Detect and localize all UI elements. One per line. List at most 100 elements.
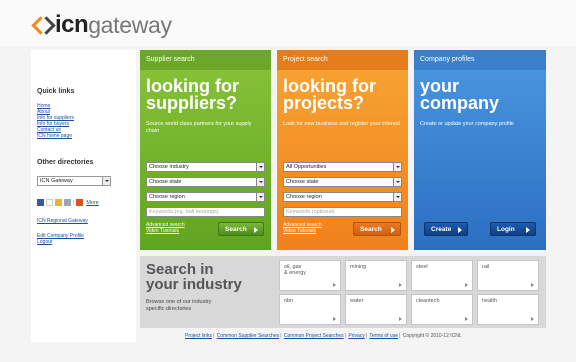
company-profiles-panel: Company profiles your company Create or …	[414, 50, 546, 250]
directory-select-value: ICN Gateway	[40, 178, 73, 184]
left-sidebar: Quick links Home About Info for supplier…	[31, 50, 136, 342]
arrow-right-icon	[465, 283, 468, 287]
arrow-right-icon	[399, 317, 402, 321]
icn-gateway-logo[interactable]: icn gateway	[33, 11, 172, 38]
project-keywords-input[interactable]	[283, 207, 402, 217]
regional-gateway-link[interactable]: ICN Regional Gateway	[37, 218, 88, 224]
industry-tile-label: water	[350, 298, 364, 304]
twitter-icon[interactable]	[46, 199, 53, 206]
footer-copyright: Copyright © 2010-12 ICNL	[402, 333, 462, 339]
industry-subtitle-line2: specific directories	[146, 306, 192, 312]
page: { "brand": { "bold": "icn", "light": "ga…	[0, 0, 576, 362]
project-description: Look for new business and register your …	[283, 121, 401, 127]
industry-title-line1: Search in	[146, 261, 214, 278]
project-region-select[interactable]: Choose region	[283, 192, 402, 202]
project-search-header: Project search	[277, 50, 408, 70]
email-icon[interactable]	[55, 199, 62, 206]
industry-tile-oil-gas-energy[interactable]: oil, gas & energy	[279, 260, 341, 291]
quick-link-icn-home[interactable]: ICN home page	[37, 133, 74, 139]
supplier-region-select[interactable]: Choose region	[146, 192, 265, 202]
quick-links-list: Home About Info for suppliers Info for b…	[37, 103, 74, 139]
supplier-video-tutorials-link[interactable]: Video Tutorials	[146, 228, 179, 234]
footer-common-supplier-searches[interactable]: Common Supplier Searches	[217, 333, 280, 339]
project-headline-line2: projects?	[283, 93, 365, 113]
arrow-right-icon	[333, 317, 336, 321]
supplier-headline-line2: suppliers?	[146, 93, 238, 113]
project-opportunities-value: All Opportunities	[286, 164, 327, 170]
industry-directories-section: Search in your industry Browse one of ou…	[140, 256, 546, 328]
industry-tile-label: nbn	[284, 298, 294, 304]
icn-logo-icon	[33, 16, 51, 34]
other-directories-title: Other directories	[37, 159, 94, 166]
supplier-keywords-input[interactable]	[146, 207, 265, 217]
project-search-panel: Project search looking for projects? Loo…	[277, 50, 408, 250]
industry-title-line2: your industry	[146, 276, 242, 293]
share-plus-icon[interactable]	[76, 199, 84, 206]
company-headline-line2: company	[420, 93, 500, 113]
create-profile-button[interactable]: Create	[424, 222, 468, 236]
project-state-select[interactable]: Choose state	[283, 177, 402, 187]
arrow-right-icon	[399, 283, 402, 287]
industry-tile-water[interactable]: water	[345, 294, 407, 325]
share-more-link[interactable]: More	[86, 200, 99, 206]
site-footer: Project links| Common Supplier Searches|…	[185, 333, 462, 339]
industry-tile-label: oil, gas & energy	[284, 264, 307, 276]
supplier-industry-select[interactable]: Choose industry	[146, 162, 265, 172]
industry-tile-label: rail	[482, 264, 490, 270]
industry-tile-nbn[interactable]: nbn	[279, 294, 341, 325]
project-video-tutorials-link[interactable]: Video Tutorials	[283, 228, 316, 234]
supplier-state-select[interactable]: Choose state	[146, 177, 265, 187]
project-search-button[interactable]: Search	[353, 222, 401, 236]
print-icon[interactable]	[64, 199, 71, 206]
company-description: Create or update your company profile	[420, 121, 514, 127]
directory-select[interactable]: ICN Gateway	[37, 176, 111, 186]
chevron-down-icon	[393, 178, 401, 186]
logout-link[interactable]: Logout	[37, 239, 52, 245]
industry-tile-label: cleantech	[416, 298, 440, 304]
footer-project-links[interactable]: Project links	[185, 333, 212, 339]
supplier-region-value: Choose region	[149, 194, 185, 200]
arrow-right-icon	[531, 283, 534, 287]
project-search-button-label: Search	[360, 226, 382, 233]
footer-terms[interactable]: Terms of use	[369, 333, 398, 339]
chevron-down-icon	[393, 163, 401, 171]
logo-text-bold: icn	[55, 11, 89, 38]
industry-tile-label: mining	[350, 264, 367, 270]
industry-tile-steel[interactable]: steel	[411, 260, 473, 291]
facebook-icon[interactable]	[37, 199, 44, 206]
login-button[interactable]: Login	[490, 222, 536, 236]
supplier-search-button[interactable]: Search	[218, 222, 264, 236]
supplier-description: Source world class partners for your sup…	[146, 121, 252, 134]
arrow-right-icon	[531, 317, 534, 321]
supplier-headline: looking for suppliers?	[146, 77, 239, 113]
supplier-search-button-label: Search	[225, 226, 247, 233]
industry-tile-rail[interactable]: rail	[477, 260, 539, 291]
chevron-down-icon	[256, 193, 264, 201]
industry-tile-health[interactable]: health	[477, 294, 539, 325]
industry-title: Search in your industry	[146, 262, 242, 292]
chevron-down-icon	[102, 177, 110, 185]
create-button-label: Create	[431, 226, 452, 233]
chevron-down-icon	[256, 178, 264, 186]
footer-privacy[interactable]: Privacy	[348, 333, 364, 339]
arrow-right-icon	[526, 227, 530, 233]
supplier-search-header: Supplier search	[140, 50, 271, 70]
supplier-industry-value: Choose industry	[149, 164, 189, 170]
share-divider: |	[73, 199, 75, 206]
industry-subtitle: Browse one of our industry specific dire…	[146, 299, 211, 313]
supplier-state-value: Choose state	[149, 179, 182, 185]
quick-links-title: Quick links	[37, 88, 75, 95]
arrow-right-icon	[391, 227, 395, 233]
logo-text-light: gateway	[88, 11, 172, 38]
share-bar: | More	[37, 199, 99, 206]
industry-subtitle-line1: Browse one of our industry	[146, 299, 212, 305]
site-header: icn gateway	[0, 0, 576, 46]
industry-tile-mining[interactable]: mining	[345, 260, 407, 291]
chevron-down-icon	[256, 163, 264, 171]
chevron-down-icon	[393, 193, 401, 201]
company-headline: your company	[420, 77, 500, 113]
industry-tile-cleantech[interactable]: cleantech	[411, 294, 473, 325]
footer-common-project-searches[interactable]: Common Project Searches	[284, 333, 344, 339]
project-opportunities-select[interactable]: All Opportunities	[283, 162, 402, 172]
login-button-label: Login	[497, 226, 515, 233]
